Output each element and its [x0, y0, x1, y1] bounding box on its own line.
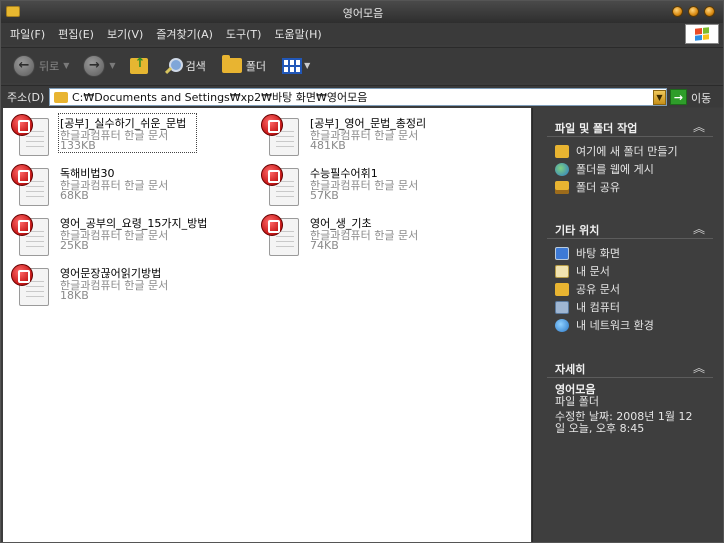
folders-button[interactable]: 폴더	[221, 55, 267, 74]
hwp-document-icon	[11, 164, 51, 206]
file-item[interactable]: 수능필수어휘1 한글과컴퓨터 한글 문서 57KB	[255, 162, 495, 208]
address-label: 주소(D)	[7, 90, 45, 104]
up-folder-icon	[129, 56, 148, 74]
hwp-document-icon	[261, 114, 301, 156]
menu-help[interactable]: 도움말(H)	[274, 26, 321, 42]
views-button[interactable]: ▼	[282, 57, 311, 74]
place-my-documents[interactable]: 내 문서	[555, 263, 610, 279]
divider	[547, 238, 713, 239]
search-label: 검색	[185, 59, 206, 73]
publish-web-icon	[555, 162, 569, 176]
menu-favorites[interactable]: 즐겨찾기(A)	[156, 26, 213, 42]
file-size: 481KB	[310, 139, 346, 152]
title-bar[interactable]: 영어모음	[1, 1, 723, 23]
search-icon	[164, 57, 183, 75]
collapse-chevron-icon[interactable]: ︽	[693, 359, 705, 376]
task-new-folder[interactable]: 여기에 새 폴더 만들기	[555, 143, 678, 159]
window-controls	[672, 6, 715, 17]
address-bar: 주소(D) C:₩Documents and Settings₩xp2₩바탕 화…	[1, 85, 723, 107]
file-item[interactable]: 독해비법30 한글과컴퓨터 한글 문서 68KB	[5, 162, 245, 208]
details-section-title[interactable]: 자세히	[555, 361, 585, 377]
file-item[interactable]: 영어_생_기초 한글과컴퓨터 한글 문서 74KB	[255, 212, 495, 258]
file-list-pane[interactable]: [공부]_실수하기_쉬운_문법 한글과컴퓨터 한글 문서 133KB [공부]_…	[3, 108, 531, 542]
forward-arrow-icon[interactable]: →	[83, 54, 106, 77]
task-label: 폴더 공유	[576, 181, 620, 194]
window-title: 영어모음	[342, 7, 384, 20]
collapse-chevron-icon[interactable]: ︽	[693, 118, 705, 135]
desktop-icon	[555, 246, 569, 260]
task-share-folder[interactable]: 폴더 공유	[555, 179, 620, 195]
menu-tools[interactable]: 도구(T)	[226, 26, 262, 42]
divider	[547, 377, 713, 378]
windows-logo-icon	[685, 24, 719, 44]
place-label: 내 문서	[576, 265, 610, 278]
toolbar: ← 뒤로 ▼ → ▼ 검색 폴더 ▼	[1, 47, 723, 83]
back-button-label[interactable]: 뒤로	[39, 58, 59, 74]
maximize-button[interactable]	[688, 6, 699, 17]
hwp-document-icon	[11, 264, 51, 306]
place-network[interactable]: 내 네트워크 환경	[555, 317, 654, 333]
place-label: 내 네트워크 환경	[576, 319, 654, 332]
go-button-label[interactable]: 이동	[691, 90, 711, 106]
file-item[interactable]: [공부]_영어_문법_총정리 한글과컴퓨터 한글 문서 481KB	[255, 112, 495, 158]
forward-dropdown-icon[interactable]: ▼	[109, 61, 115, 70]
folder-icon	[54, 91, 68, 103]
go-arrow-icon[interactable]: →	[670, 89, 687, 105]
back-arrow-icon[interactable]: ←	[13, 54, 35, 77]
shared-documents-icon	[555, 282, 569, 296]
file-size: 25KB	[60, 239, 89, 252]
task-label: 폴더를 웹에 게시	[576, 163, 654, 176]
hwp-document-icon	[261, 214, 301, 256]
address-input[interactable]: C:₩Documents and Settings₩xp2₩바탕 화면₩영어모음	[49, 88, 667, 106]
places-section-title[interactable]: 기타 위치	[555, 222, 599, 238]
file-item[interactable]: 영어_공부의_요령_15가지_방법 한글과컴퓨터 한글 문서 25KB	[5, 212, 245, 258]
file-size: 57KB	[310, 189, 339, 202]
share-folder-icon	[555, 180, 569, 194]
file-size: 133KB	[60, 139, 96, 152]
hwp-document-icon	[11, 214, 51, 256]
menu-view[interactable]: 보기(V)	[107, 26, 143, 42]
file-size: 18KB	[60, 289, 89, 302]
divider	[547, 136, 713, 137]
views-icon	[282, 57, 303, 74]
explorer-window: 영어모음 파일(F) 편집(E) 보기(V) 즐겨찾기(A) 도구(T) 도움말…	[0, 0, 724, 543]
file-item[interactable]: 영어문장끊어읽기방법 한글과컴퓨터 한글 문서 18KB	[5, 262, 245, 308]
hwp-document-icon	[261, 164, 301, 206]
my-computer-icon	[555, 300, 569, 314]
minimize-button[interactable]	[672, 6, 683, 17]
new-folder-icon	[555, 144, 569, 158]
place-desktop[interactable]: 바탕 화면	[555, 245, 620, 261]
place-label: 공유 문서	[576, 283, 620, 296]
menu-file[interactable]: 파일(F)	[10, 26, 45, 42]
menu-bar: 파일(F) 편집(E) 보기(V) 즐겨찾기(A) 도구(T) 도움말(H)	[1, 23, 723, 45]
views-dropdown-icon: ▼	[304, 61, 311, 70]
place-label: 내 컴퓨터	[576, 301, 620, 314]
hwp-document-icon	[11, 114, 51, 156]
file-item[interactable]: [공부]_실수하기_쉬운_문법 한글과컴퓨터 한글 문서 133KB	[5, 112, 245, 158]
place-shared-documents[interactable]: 공유 문서	[555, 281, 620, 297]
address-dropdown-icon[interactable]: ▼	[653, 90, 666, 105]
place-label: 바탕 화면	[576, 247, 620, 260]
folder-icon	[221, 55, 242, 73]
detail-modified-cont: 일 오늘, 오후 8:45	[555, 422, 645, 435]
network-icon	[555, 318, 569, 332]
menu-edit[interactable]: 편집(E)	[58, 26, 94, 42]
my-documents-icon	[555, 264, 569, 278]
task-publish-web[interactable]: 폴더를 웹에 게시	[555, 161, 654, 177]
address-path: C:₩Documents and Settings₩xp2₩바탕 화면₩영어모음	[72, 91, 368, 104]
search-button[interactable]: 검색	[164, 57, 206, 75]
detail-kind: 파일 폴더	[555, 395, 599, 408]
task-label: 여기에 새 폴더 만들기	[576, 145, 678, 158]
close-button[interactable]	[704, 6, 715, 17]
file-size: 68KB	[60, 189, 89, 202]
folders-label: 폴더	[245, 59, 267, 73]
tasks-section-title[interactable]: 파일 및 폴더 작업	[555, 120, 637, 136]
place-my-computer[interactable]: 내 컴퓨터	[555, 299, 620, 315]
up-folder-button[interactable]	[129, 56, 148, 74]
back-dropdown-icon[interactable]: ▼	[63, 61, 69, 70]
file-size: 74KB	[310, 239, 339, 252]
collapse-chevron-icon[interactable]: ︽	[693, 220, 705, 237]
task-pane: 파일 및 폴더 작업 ︽ 여기에 새 폴더 만들기 폴더를 웹에 게시 폴더 공…	[532, 108, 723, 542]
